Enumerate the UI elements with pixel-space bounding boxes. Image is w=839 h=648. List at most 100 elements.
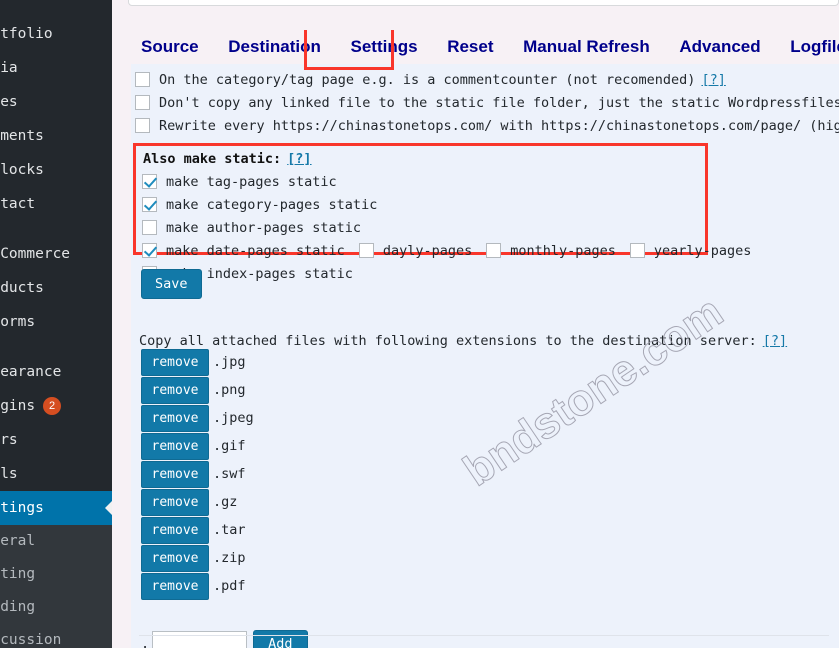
settings-panel: Source Destination Settings Reset Manual… xyxy=(131,30,839,648)
static-row-label: make tag-pages static xyxy=(166,173,337,190)
remove-extension-gz-button[interactable]: remove xyxy=(141,488,209,516)
page-card-top-edge xyxy=(128,0,839,6)
sidebar-item-tools[interactable]: Tools xyxy=(0,457,112,491)
sidebar-item-x-blocks[interactable]: X Blocks xyxy=(0,153,112,187)
also-make-static-box: Also make static: [?] make tag-pages stat… xyxy=(133,143,751,282)
remove-extension-swf-button[interactable]: remove xyxy=(141,460,209,488)
tab-settings[interactable]: Settings xyxy=(340,30,427,64)
sidebar-item-media[interactable]: Media xyxy=(0,51,112,85)
sidebar-divider xyxy=(0,221,112,237)
sidebar-item-label: Plugins xyxy=(0,398,36,414)
sidebar-item-label: Pages xyxy=(0,94,18,110)
sidebar-item-label: Settings xyxy=(0,500,44,516)
extension-row: remove .pdf xyxy=(141,572,254,600)
submenu-item-general[interactable]: General xyxy=(0,525,112,558)
checkbox-author-pages[interactable] xyxy=(142,220,157,235)
screen: Portfolio Media Pages Comments X Blocks … xyxy=(0,0,839,648)
sidebar-item-label: Users xyxy=(0,432,18,448)
static-row-index-pages: make index-pages static xyxy=(142,262,705,285)
option-label: On the category/tag page e.g. is a comme… xyxy=(159,71,696,88)
submenu-item-discussion[interactable]: Discussion xyxy=(0,624,112,648)
checkbox-yearly-pages[interactable] xyxy=(629,243,645,258)
tab-logfile[interactable]: Logfile xyxy=(780,30,839,64)
help-icon-commentcounter[interactable]: [?] xyxy=(701,72,725,88)
content-divider xyxy=(139,635,829,636)
tab-manual-refresh[interactable]: Manual Refresh xyxy=(513,30,660,64)
static-sub-label: monthly-pages xyxy=(510,242,616,259)
submenu-item-writing[interactable]: Writing xyxy=(0,558,112,591)
sidebar-item-contact[interactable]: Contact xyxy=(0,187,112,221)
checkbox-tag-pages[interactable] xyxy=(142,174,157,189)
plugin-tab-bar: Source Destination Settings Reset Manual… xyxy=(131,30,839,70)
current-menu-arrow-icon xyxy=(105,500,112,516)
help-icon-also-make-static[interactable]: [?] xyxy=(287,151,311,167)
static-row-category-pages: make category-pages static xyxy=(142,193,705,216)
remove-extension-jpeg-button[interactable]: remove xyxy=(141,404,209,432)
sidebar-item-comments[interactable]: Comments xyxy=(0,119,112,153)
extension-label: .jpeg xyxy=(213,410,254,426)
checkbox-no-linked-files[interactable] xyxy=(135,95,150,110)
sidebar-item-pages[interactable]: Pages xyxy=(0,85,112,119)
static-sub-label: dayly-pages xyxy=(382,242,473,259)
extension-row: remove .gz xyxy=(141,488,254,516)
checkbox-monthly-pages[interactable] xyxy=(486,243,502,258)
sidebar-item-appearance[interactable]: Appearance xyxy=(0,355,112,389)
option-label: Rewrite every https://chinastonetops.com… xyxy=(159,117,839,134)
remove-extension-pdf-button[interactable]: remove xyxy=(141,572,209,600)
checkbox-commentcounter[interactable] xyxy=(135,72,150,87)
sidebar-item-label: Portfolio xyxy=(0,26,53,42)
remove-extension-gif-button[interactable]: remove xyxy=(141,432,209,460)
tab-reset[interactable]: Reset xyxy=(437,30,503,64)
sidebar-item-label: Appearance xyxy=(0,364,62,380)
checkbox-rewrite-urls[interactable] xyxy=(135,118,150,133)
static-sub-label: yearly-pages xyxy=(653,242,752,259)
save-button[interactable]: Save xyxy=(141,269,202,299)
checkbox-category-pages[interactable] xyxy=(142,197,157,212)
extension-label: .zip xyxy=(213,550,246,566)
extension-row: remove .png xyxy=(141,376,254,404)
checkbox-dayly-pages[interactable] xyxy=(358,243,374,258)
sidebar-item-label: WPForms xyxy=(0,314,36,330)
sidebar-item-users[interactable]: Users xyxy=(0,423,112,457)
extension-label: .pdf xyxy=(213,578,246,594)
option-row-commentcounter: On the category/tag page e.g. is a comme… xyxy=(135,68,839,91)
settings-submenu: General Writing Reading Discussion xyxy=(0,525,112,648)
sidebar-item-label: Comments xyxy=(0,128,44,144)
extension-label: .tar xyxy=(213,522,246,538)
new-extension-input[interactable] xyxy=(152,631,248,648)
submenu-item-label: Writing xyxy=(0,566,36,582)
checkbox-date-pages[interactable] xyxy=(142,243,157,258)
extension-label: .swf xyxy=(213,466,246,482)
sidebar-item-plugins[interactable]: Plugins 2 xyxy=(0,389,112,423)
sidebar-item-portfolio[interactable]: Portfolio xyxy=(0,17,112,51)
extension-row: remove .zip xyxy=(141,544,254,572)
help-icon-extensions[interactable]: [?] xyxy=(763,333,787,349)
remove-extension-zip-button[interactable]: remove xyxy=(141,544,209,572)
admin-sidebar: Portfolio Media Pages Comments X Blocks … xyxy=(0,0,112,648)
sidebar-item-wpforms[interactable]: WPForms xyxy=(0,305,112,339)
static-row-label: make date-pages static xyxy=(166,242,345,259)
sidebar-item-woocommerce[interactable]: WooCommerce xyxy=(0,237,112,271)
extension-row: remove .tar xyxy=(141,516,254,544)
add-extension-button[interactable]: Add xyxy=(253,630,308,648)
extensions-title-label: Copy all attached files with following e… xyxy=(139,333,757,349)
add-extension-row: . Add xyxy=(141,630,308,648)
option-row-no-linked-files: Don't copy any linked file to the static… xyxy=(135,91,839,114)
sidebar-item-settings[interactable]: Settings xyxy=(0,491,112,525)
plugins-update-badge: 2 xyxy=(43,397,62,415)
static-row-label: make author-pages static xyxy=(166,219,362,236)
tab-advanced[interactable]: Advanced xyxy=(669,30,770,64)
extension-row: remove .jpg xyxy=(141,348,254,376)
general-options-group: On the category/tag page e.g. is a comme… xyxy=(135,68,839,137)
sidebar-item-products[interactable]: Products xyxy=(0,271,112,305)
sidebar-item-label: Media xyxy=(0,60,18,76)
submenu-item-reading[interactable]: Reading xyxy=(0,591,112,624)
remove-extension-jpg-button[interactable]: remove xyxy=(141,348,209,376)
remove-extension-tar-button[interactable]: remove xyxy=(141,516,209,544)
extension-row: remove .jpeg xyxy=(141,404,254,432)
remove-extension-png-button[interactable]: remove xyxy=(141,376,209,404)
extension-label: .gif xyxy=(213,438,246,454)
tab-source[interactable]: Source xyxy=(131,30,209,64)
tab-destination[interactable]: Destination xyxy=(218,30,331,64)
